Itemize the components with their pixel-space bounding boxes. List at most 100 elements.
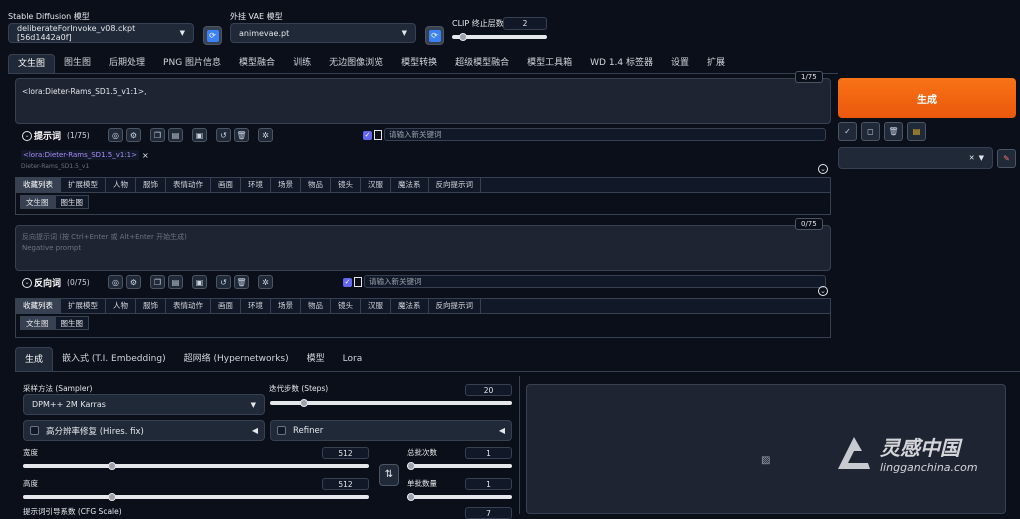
category-tab-10[interactable]: 汉服 bbox=[361, 178, 391, 192]
tab-11[interactable]: 设置 bbox=[662, 54, 698, 73]
trash-icon[interactable]: 🗑 bbox=[234, 275, 249, 289]
category-tab-11[interactable]: 魔法系 bbox=[391, 299, 429, 313]
model-select[interactable]: deliberateForInvoke_v08.ckpt [56d1442a0f… bbox=[8, 23, 194, 43]
category-tab-3[interactable]: 服饰 bbox=[136, 178, 166, 192]
swap-dimensions-button[interactable]: ⇅ bbox=[379, 464, 399, 486]
subtab-1[interactable]: 图生图 bbox=[54, 195, 89, 209]
lower-tab-3[interactable]: 模型 bbox=[298, 347, 334, 371]
category-tab-1[interactable]: 扩展模型 bbox=[61, 178, 106, 192]
batch-count-input[interactable]: 1 bbox=[465, 447, 512, 459]
lower-tab-2[interactable]: 超网络 (Hypernetworks) bbox=[175, 347, 298, 371]
tab-3[interactable]: PNG 图片信息 bbox=[154, 54, 230, 73]
category-tab-4[interactable]: 表情动作 bbox=[166, 299, 211, 313]
batch-size-knob[interactable] bbox=[407, 493, 415, 501]
refiner-checkbox[interactable] bbox=[277, 426, 286, 435]
image-icon[interactable]: ▣ bbox=[192, 275, 207, 289]
tab-4[interactable]: 模型融合 bbox=[230, 54, 284, 73]
tab-7[interactable]: 模型转换 bbox=[392, 54, 446, 73]
negative-keyword-toggle[interactable]: ✓ bbox=[343, 277, 362, 287]
generate-button[interactable]: 生成 bbox=[838, 78, 1016, 118]
tab-6[interactable]: 无边图像浏览 bbox=[320, 54, 392, 73]
copy-icon[interactable]: ❐ bbox=[150, 275, 165, 289]
category-tab-8[interactable]: 物品 bbox=[301, 299, 331, 313]
prompt-textarea[interactable]: <lora:Dieter-Rams_SD1.5_v1:1>, bbox=[15, 78, 831, 124]
lower-tab-1[interactable]: 嵌入式 (T.I. Embedding) bbox=[53, 347, 175, 371]
square-icon[interactable]: ◻ bbox=[861, 122, 880, 141]
gear-icon[interactable]: ✲ bbox=[258, 128, 273, 142]
hires-fix-checkbox[interactable] bbox=[30, 426, 39, 435]
batch-count-slider[interactable] bbox=[407, 462, 512, 470]
steps-slider-knob[interactable] bbox=[300, 399, 309, 407]
refresh-model-button[interactable]: ⟳ bbox=[203, 26, 222, 45]
lower-tab-4[interactable]: Lora bbox=[334, 347, 372, 371]
clipboard-icon[interactable]: ▤ bbox=[907, 122, 926, 141]
copy-icon[interactable]: ❐ bbox=[150, 128, 165, 142]
sampler-select[interactable]: DPM++ 2M Karras ▼ bbox=[23, 394, 265, 415]
expand-icon[interactable]: ⌄ bbox=[818, 286, 828, 296]
category-tab-5[interactable]: 画面 bbox=[211, 178, 241, 192]
subtab-1[interactable]: 图生图 bbox=[54, 316, 89, 330]
category-tab-5[interactable]: 画面 bbox=[211, 299, 241, 313]
gear-icon[interactable]: ✲ bbox=[258, 275, 273, 289]
hires-fix-accordion[interactable]: 高分辨率修复 (Hires. fix) ◀ bbox=[23, 420, 265, 441]
tab-2[interactable]: 后期处理 bbox=[100, 54, 154, 73]
category-tab-7[interactable]: 场景 bbox=[271, 178, 301, 192]
globe-icon[interactable]: ◎ bbox=[108, 128, 123, 142]
check-icon[interactable]: ✓ bbox=[363, 130, 372, 140]
steps-slider[interactable] bbox=[270, 399, 512, 407]
category-tab-9[interactable]: 镜头 bbox=[331, 299, 361, 313]
tag-close-icon[interactable]: × bbox=[142, 151, 149, 160]
paste-icon[interactable]: ▤ bbox=[168, 275, 183, 289]
width-slider-knob[interactable] bbox=[107, 462, 116, 470]
keyword-input[interactable]: 请输入新关键词 bbox=[384, 128, 826, 141]
brush-icon[interactable]: ✎ bbox=[997, 149, 1016, 168]
vae-select[interactable]: animevae.pt ▼ bbox=[230, 23, 416, 43]
category-tab-10[interactable]: 汉服 bbox=[361, 299, 391, 313]
category-tab-6[interactable]: 环境 bbox=[241, 178, 271, 192]
batch-count-knob[interactable] bbox=[407, 462, 415, 470]
category-tab-2[interactable]: 人物 bbox=[106, 299, 136, 313]
category-tab-0[interactable]: 收藏列表 bbox=[16, 299, 61, 313]
trash-icon[interactable]: 🗑 bbox=[234, 128, 249, 142]
keyword-toggle-box[interactable] bbox=[354, 277, 362, 287]
category-tab-1[interactable]: 扩展模型 bbox=[61, 299, 106, 313]
cfg-number-input[interactable]: 7 bbox=[465, 507, 512, 519]
check-icon[interactable]: ✓ bbox=[838, 122, 857, 141]
refiner-accordion[interactable]: Refiner ◀ bbox=[270, 420, 512, 441]
category-tab-9[interactable]: 镜头 bbox=[331, 178, 361, 192]
subtab-0[interactable]: 文生图 bbox=[20, 316, 55, 330]
negative-section-header[interactable]: ⌄ 反向词 (0/75) bbox=[22, 276, 90, 289]
styles-select[interactable]: ✕ ▼ bbox=[838, 147, 993, 169]
expand-icon[interactable]: ⌄ bbox=[818, 164, 828, 174]
globe-icon[interactable]: ◎ bbox=[108, 275, 123, 289]
category-tab-8[interactable]: 物品 bbox=[301, 178, 331, 192]
trash-icon[interactable]: 🗑 bbox=[884, 122, 903, 141]
clear-icon[interactable]: ✕ bbox=[969, 154, 975, 162]
category-tab-2[interactable]: 人物 bbox=[106, 178, 136, 192]
height-slider-knob[interactable] bbox=[107, 493, 116, 501]
tab-8[interactable]: 超级模型融合 bbox=[446, 54, 518, 73]
prompt-section-header[interactable]: ⌄ 提示词 (1/75) bbox=[22, 129, 90, 142]
tab-1[interactable]: 图生图 bbox=[55, 54, 100, 73]
height-number-input[interactable]: 512 bbox=[322, 478, 369, 490]
tab-9[interactable]: 模型工具箱 bbox=[518, 54, 581, 73]
clip-slider[interactable] bbox=[452, 33, 547, 41]
image-icon[interactable]: ▣ bbox=[192, 128, 207, 142]
height-slider[interactable] bbox=[23, 493, 369, 501]
batch-size-input[interactable]: 1 bbox=[465, 478, 512, 490]
lower-tab-0[interactable]: 生成 bbox=[15, 347, 54, 371]
category-tab-11[interactable]: 魔法系 bbox=[391, 178, 429, 192]
tag-chip[interactable]: <lora:Dieter-Rams_SD1.5_v1:1> × bbox=[21, 150, 149, 160]
category-tab-3[interactable]: 服饰 bbox=[136, 299, 166, 313]
paste-icon[interactable]: ▤ bbox=[168, 128, 183, 142]
settings-icon[interactable]: ⚙ bbox=[126, 128, 141, 142]
width-slider[interactable] bbox=[23, 462, 369, 470]
category-tab-0[interactable]: 收藏列表 bbox=[16, 178, 61, 192]
category-tab-7[interactable]: 场景 bbox=[271, 299, 301, 313]
tab-5[interactable]: 训练 bbox=[284, 54, 320, 73]
tab-10[interactable]: WD 1.4 标签器 bbox=[581, 54, 662, 73]
undo-icon[interactable]: ↺ bbox=[216, 128, 231, 142]
batch-size-slider[interactable] bbox=[407, 493, 512, 501]
keyword-toggle[interactable]: ✓ bbox=[363, 130, 382, 140]
refresh-vae-button[interactable]: ⟳ bbox=[425, 26, 444, 45]
